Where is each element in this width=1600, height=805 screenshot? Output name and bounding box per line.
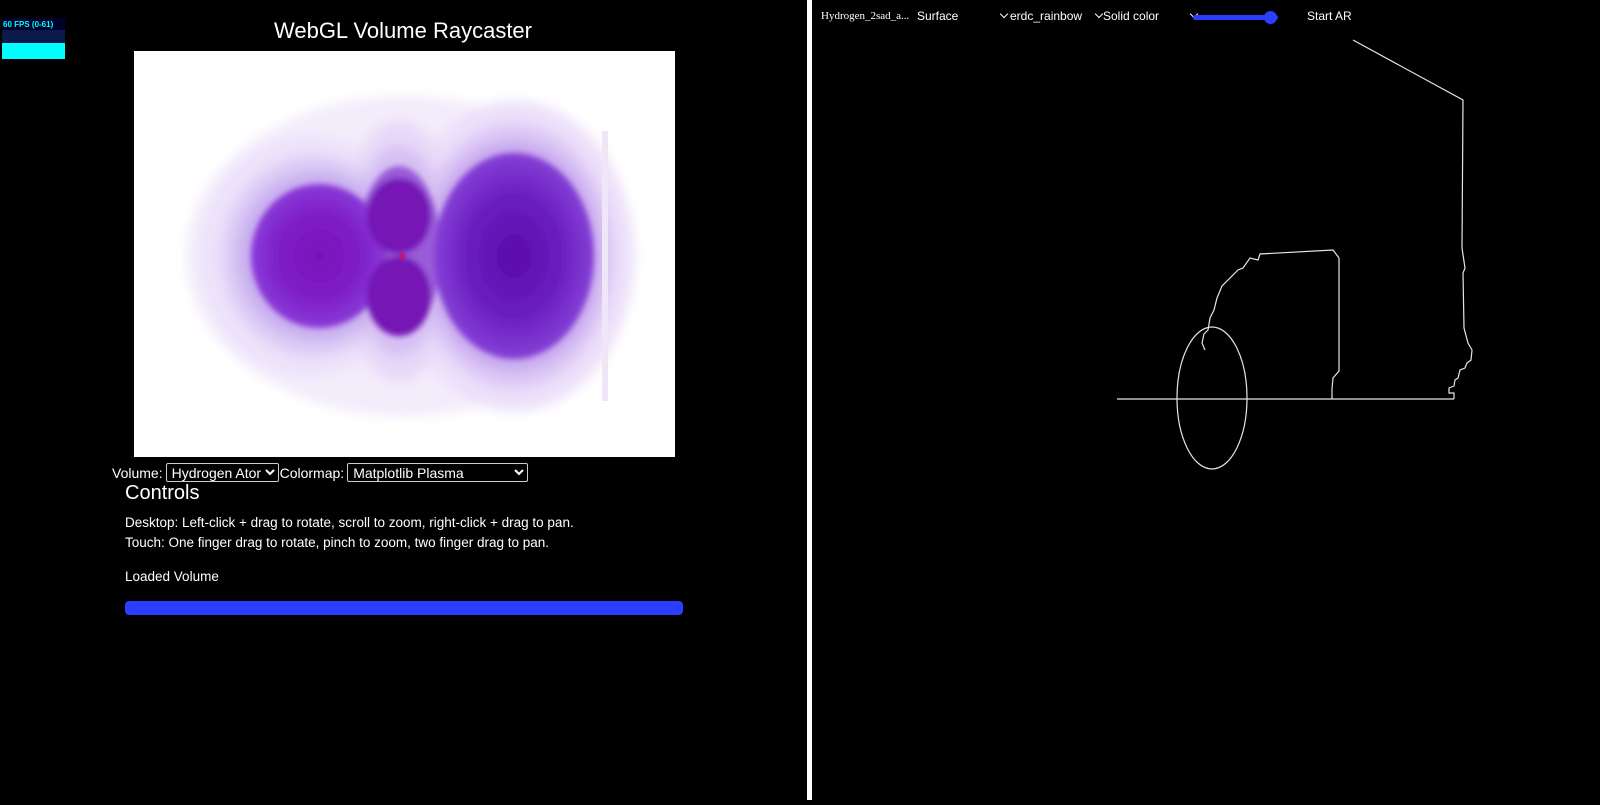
surface-colormap-select[interactable]: erdc_rainbow xyxy=(1010,6,1104,26)
surface-viewer-pane: Hydrogen_2sad_a... Surface erdc_rainbow … xyxy=(812,0,1600,800)
viewer-toolbar: Hydrogen_2sad_a... Surface erdc_rainbow … xyxy=(812,6,1600,26)
volume-select[interactable]: Hydrogen Atom xyxy=(165,463,279,482)
load-status: Loaded Volume xyxy=(125,569,219,584)
color-mode-value: Solid color xyxy=(1103,9,1160,23)
volume-render-image xyxy=(186,96,634,416)
opacity-slider-fill xyxy=(1193,15,1270,20)
surface-colormap-value: erdc_rainbow xyxy=(1010,9,1083,23)
representation-value: Surface xyxy=(917,9,959,23)
color-mode-select[interactable]: Solid color xyxy=(1103,6,1199,26)
load-progress-fill xyxy=(125,601,683,615)
colormap-label: Colormap: xyxy=(279,464,345,481)
opacity-slider-thumb[interactable] xyxy=(1263,11,1277,24)
surface-outline-drawing xyxy=(1117,39,1473,470)
volume-render-canvas[interactable] xyxy=(134,51,675,457)
page-title: WebGL Volume Raycaster xyxy=(273,18,532,43)
desktop-instructions: Desktop: Left-click + drag to rotate, sc… xyxy=(125,515,574,530)
nucleus-marker xyxy=(399,253,405,259)
representation-select[interactable]: Surface xyxy=(917,6,1009,26)
load-progress-bar xyxy=(125,601,683,615)
chevron-down-icon xyxy=(1094,9,1104,19)
file-name: Hydrogen_2sad_a... xyxy=(821,10,910,22)
controls-heading: Controls xyxy=(125,482,200,504)
start-ar-button[interactable]: Start AR xyxy=(1307,6,1352,26)
volume-raycaster-pane: 60 FPS (0-61) WebGL Volume Raycaster Vol… xyxy=(0,0,806,800)
colormap-select[interactable]: Matplotlib Plasma xyxy=(347,463,529,482)
chevron-down-icon xyxy=(999,9,1009,19)
fps-level-bar xyxy=(2,43,65,59)
volume-label: Volume: xyxy=(112,464,163,481)
selector-row: Volume: Hydrogen Atom Colormap: Matplotl… xyxy=(112,463,529,482)
surface-render-view[interactable] xyxy=(812,28,1600,800)
touch-instructions: Touch: One finger drag to rotate, pinch … xyxy=(125,535,549,550)
